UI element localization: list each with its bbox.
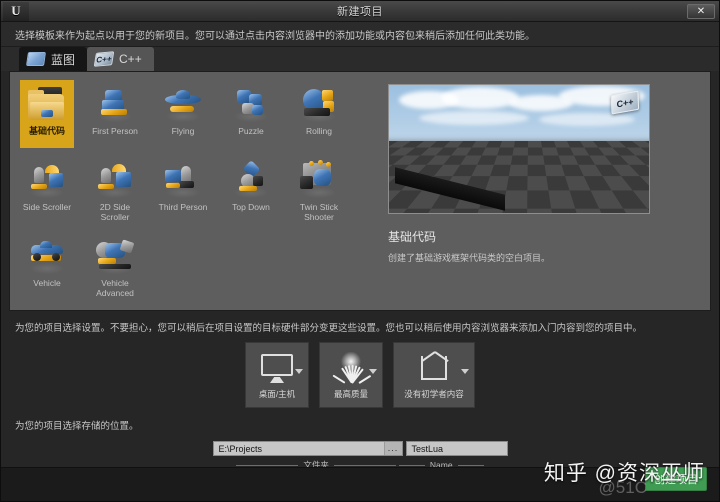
tab-cpp[interactable]: C++ C++	[87, 47, 154, 71]
vehicle-icon	[25, 236, 69, 276]
top-down-icon	[229, 160, 273, 200]
intro-text-strip: 选择模板来作为起点以用于您的新项目。您可以通过点击内容浏览器中的添加功能或内容包…	[1, 22, 719, 47]
template-label: First Person	[92, 126, 138, 136]
new-project-dialog: U 新建项目 ✕ 选择模板来作为起点以用于您的新项目。您可以通过点击内容浏览器中…	[0, 0, 720, 502]
basic-code-icon	[25, 84, 69, 124]
quality-grass-icon	[331, 352, 372, 386]
template-label: Twin Stick Shooter	[299, 202, 339, 222]
monitor-icon	[257, 352, 297, 386]
folder-path-value: E:\Projects	[218, 443, 263, 454]
template-preview: C++ 基础代码 创建了基础游戏框架代码类的空白项目。	[382, 72, 710, 310]
template-label: Third Person	[158, 202, 208, 212]
template-label: Side Scroller	[22, 202, 72, 212]
chevron-down-icon[interactable]	[295, 369, 303, 374]
tab-blueprint[interactable]: 蓝图	[19, 47, 88, 71]
project-name-value: TestLua	[411, 443, 444, 454]
template-item-puzzle[interactable]: Puzzle	[224, 80, 278, 148]
close-icon[interactable]: ✕	[687, 4, 715, 19]
cpp-icon-text: C++	[93, 51, 115, 67]
cpp-badge-icon: C++	[610, 90, 640, 115]
preview-viewport: C++	[388, 84, 650, 214]
template-item-side-scroller[interactable]: Side Scroller	[20, 156, 74, 224]
puzzle-icon	[229, 84, 273, 124]
tab-cpp-label: C++	[119, 52, 142, 66]
browse-folder-button[interactable]: ...	[383, 442, 402, 455]
blueprint-icon	[26, 52, 46, 66]
setting-target-hardware[interactable]: 桌面/主机	[245, 342, 309, 408]
side-scroller-2d-icon	[93, 160, 137, 200]
template-label: 基础代码	[28, 126, 65, 136]
location-row: E:\Projects ... TestLua	[1, 441, 719, 456]
twin-stick-shooter-icon	[297, 160, 341, 200]
template-item-basic-code[interactable]: 基础代码	[20, 80, 74, 148]
tab-blueprint-label: 蓝图	[51, 52, 76, 67]
preview-title: 基础代码	[388, 230, 437, 244]
create-project-button[interactable]: 创建项目	[645, 467, 707, 491]
folder-path-input[interactable]: E:\Projects ...	[212, 441, 403, 456]
setting-quality[interactable]: 最高质量	[319, 342, 383, 408]
starter-content-icon	[414, 352, 454, 386]
template-item-vehicle[interactable]: Vehicle	[20, 232, 74, 300]
template-item-2d-side-scroller[interactable]: 2D Side Scroller	[88, 156, 142, 224]
title-bar: U 新建项目 ✕	[1, 1, 719, 22]
chevron-down-icon[interactable]	[461, 369, 469, 374]
template-item-twin-stick-shooter[interactable]: Twin Stick Shooter	[292, 156, 346, 224]
setting-label: 最高质量	[333, 389, 368, 399]
location-note: 为您的项目选择存储的位置。	[15, 421, 139, 432]
chevron-down-icon[interactable]	[369, 369, 377, 374]
first-person-icon	[93, 84, 137, 124]
vehicle-advanced-icon	[93, 236, 137, 276]
project-name-input[interactable]: TestLua	[405, 441, 508, 456]
template-item-third-person[interactable]: Third Person	[156, 156, 210, 224]
setting-label: 桌面/主机	[258, 389, 296, 399]
window-title: 新建项目	[337, 6, 383, 18]
setting-starter-content[interactable]: 没有初学者内容	[393, 342, 475, 408]
template-item-vehicle-advanced[interactable]: Vehicle Advanced	[88, 232, 142, 300]
template-label: Vehicle Advanced	[96, 278, 134, 298]
template-label: Top Down	[232, 202, 270, 212]
preview-description: 创建了基础游戏框架代码类的空白项目。	[388, 253, 551, 263]
template-label: Flying	[171, 126, 195, 136]
template-label: Puzzle	[238, 126, 264, 136]
settings-note: 为您的项目选择设置。不要担心，您可以稍后在项目设置的目标硬件部分变更这些设置。您…	[15, 323, 643, 334]
template-category-tabs: 蓝图 C++ C++	[1, 47, 719, 71]
third-person-icon	[161, 160, 205, 200]
rolling-icon	[297, 84, 341, 124]
template-label: 2D Side Scroller	[99, 202, 131, 222]
flying-icon	[161, 84, 205, 124]
template-panel: 基础代码 First Person Flying Puzzle Rolling …	[9, 71, 711, 311]
template-label: Vehicle	[33, 278, 61, 288]
template-item-top-down[interactable]: Top Down	[224, 156, 278, 224]
template-item-rolling[interactable]: Rolling	[292, 80, 346, 148]
template-item-first-person[interactable]: First Person	[88, 80, 142, 148]
template-grid: 基础代码 First Person Flying Puzzle Rolling …	[10, 72, 382, 310]
side-scroller-icon	[25, 160, 69, 200]
intro-text: 选择模板来作为起点以用于您的新项目。您可以通过点击内容浏览器中的添加功能或内容包…	[15, 30, 535, 42]
footer-bar	[1, 467, 719, 501]
settings-options-row: 桌面/主机 最高质量 没有初学者内容	[1, 340, 719, 408]
template-item-flying[interactable]: Flying	[156, 80, 210, 148]
template-label: Rolling	[306, 126, 332, 136]
setting-label: 没有初学者内容	[404, 389, 464, 399]
cpp-icon: C++	[93, 51, 115, 67]
